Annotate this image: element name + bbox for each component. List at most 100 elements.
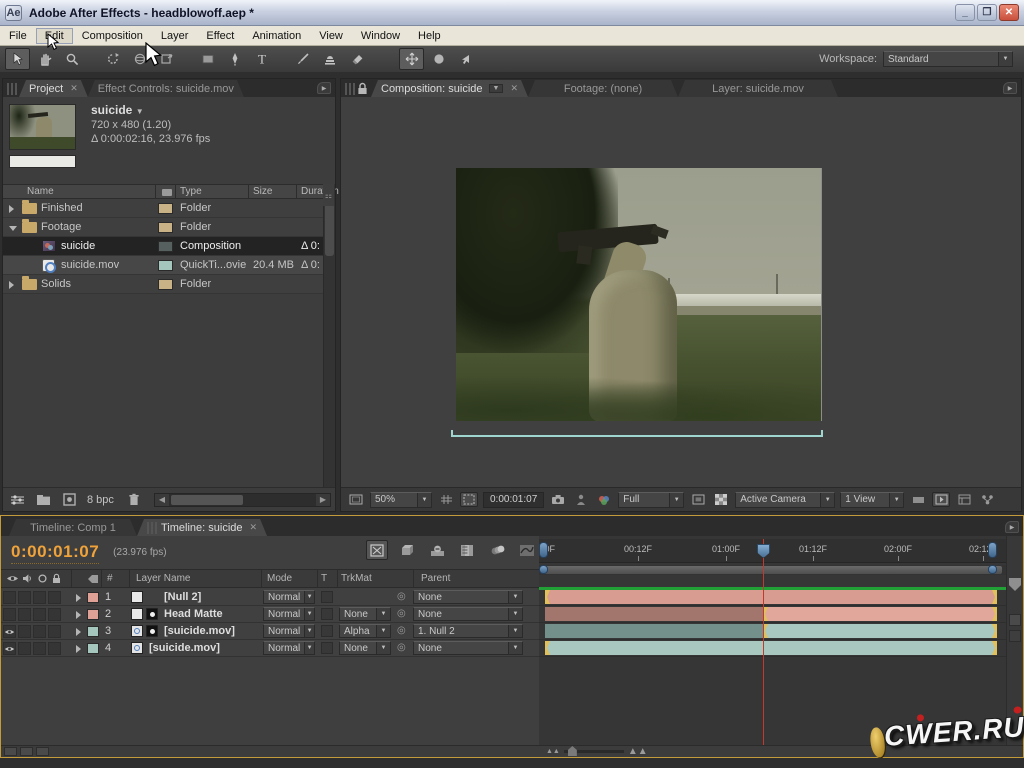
label-swatch[interactable] bbox=[87, 643, 99, 654]
eraser-tool-icon[interactable] bbox=[344, 48, 369, 70]
project-item-name[interactable]: suicide ▼ bbox=[91, 103, 144, 117]
trkmat-dropdown[interactable]: None▼ bbox=[339, 607, 391, 621]
resolution-dropdown[interactable]: Full▼ bbox=[618, 492, 684, 508]
menu-effect[interactable]: Effect bbox=[197, 28, 243, 44]
frame-blending-icon[interactable] bbox=[456, 540, 478, 560]
project-row-suicide-mov[interactable]: suicide.mov QuickTi...ovie 20.4 MB Δ 0: bbox=[3, 256, 323, 275]
minimize-button[interactable]: _ bbox=[955, 4, 975, 21]
menu-animation[interactable]: Animation bbox=[243, 28, 310, 44]
composition-view-area[interactable] bbox=[341, 97, 1021, 487]
time-navigator-end-handle[interactable] bbox=[988, 542, 997, 558]
draft-3d-icon[interactable] bbox=[396, 540, 418, 560]
parent-dropdown[interactable]: 1. Null 2▼ bbox=[413, 624, 523, 638]
layer-bar-dimmed[interactable] bbox=[545, 607, 763, 621]
pen-tool-icon[interactable] bbox=[222, 48, 247, 70]
column-layer-name[interactable]: Layer Name bbox=[136, 573, 190, 584]
active-camera-dropdown[interactable]: Active Camera▼ bbox=[735, 492, 835, 508]
video-switch[interactable] bbox=[3, 608, 16, 621]
preserve-transparency-checkbox[interactable] bbox=[321, 625, 333, 637]
column-parent[interactable]: Parent bbox=[421, 573, 450, 584]
menu-window[interactable]: Window bbox=[352, 28, 409, 44]
close-icon[interactable]: ✕ bbox=[510, 83, 518, 94]
pixel-aspect-correction-icon[interactable] bbox=[909, 492, 927, 507]
layer-row-2[interactable]: 2 Head Matte Normal▼ None▼ ◎ None▼ bbox=[1, 606, 539, 623]
project-row-suicide-comp[interactable]: suicide Composition Δ 0: bbox=[3, 237, 323, 256]
twirl-right-icon[interactable] bbox=[76, 628, 81, 636]
column-mode[interactable]: Mode bbox=[267, 573, 292, 584]
eye-column-icon[interactable] bbox=[6, 574, 19, 583]
snapshot-icon[interactable] bbox=[549, 492, 567, 507]
video-switch[interactable] bbox=[3, 642, 16, 655]
parent-dropdown[interactable]: None▼ bbox=[413, 641, 523, 655]
column-name[interactable]: Name bbox=[27, 186, 54, 198]
lock-switch[interactable] bbox=[48, 642, 61, 655]
comp-flowchart-icon[interactable] bbox=[978, 492, 996, 507]
restore-button[interactable]: ❐ bbox=[977, 4, 997, 21]
parent-dropdown[interactable]: None▼ bbox=[413, 590, 523, 604]
project-horizontal-scrollbar[interactable]: ◀ ▶ bbox=[154, 493, 331, 507]
scrollbar-thumb[interactable] bbox=[171, 495, 243, 505]
label-column-icon[interactable] bbox=[87, 574, 99, 584]
project-row-solids[interactable]: Solids Folder bbox=[3, 275, 323, 294]
close-icon[interactable]: ✕ bbox=[70, 83, 78, 94]
magnification-dropdown[interactable]: 50%▼ bbox=[370, 492, 432, 508]
comp-mini-flowchart-icon[interactable] bbox=[366, 540, 388, 560]
time-ruler[interactable]: 0:00F 00:12F 01:00F 01:12F 02:00F 02:12F bbox=[539, 539, 1007, 563]
parent-pickwhip-icon[interactable]: ◎ bbox=[397, 608, 406, 619]
label-swatch[interactable] bbox=[87, 609, 99, 620]
current-time-indicator-line[interactable] bbox=[763, 539, 764, 745]
rectangle-tool-icon[interactable] bbox=[195, 48, 220, 70]
lock-switch[interactable] bbox=[48, 608, 61, 621]
interpret-footage-icon[interactable] bbox=[7, 492, 27, 508]
parent-dropdown[interactable]: None▼ bbox=[413, 607, 523, 621]
video-switch[interactable] bbox=[3, 625, 16, 638]
project-vertical-scrollbar[interactable] bbox=[323, 184, 335, 487]
video-switch[interactable] bbox=[3, 591, 16, 604]
lock-icon[interactable] bbox=[357, 82, 368, 95]
layer-row-1[interactable]: 1 [Null 2] Normal▼ ◎ None▼ bbox=[1, 589, 539, 606]
close-icon[interactable]: ✕ bbox=[250, 522, 258, 533]
motion-blur-icon[interactable] bbox=[486, 540, 508, 560]
audio-switch[interactable] bbox=[18, 608, 31, 621]
hand-tool-icon[interactable] bbox=[32, 48, 57, 70]
new-folder-icon[interactable] bbox=[33, 492, 53, 508]
chevron-down-icon[interactable]: ▼ bbox=[489, 84, 504, 93]
parent-pickwhip-icon[interactable]: ◎ bbox=[397, 591, 406, 602]
parent-pickwhip-icon[interactable]: ◎ bbox=[397, 642, 406, 653]
zoom-out-mountain-icon[interactable]: ▲▲ bbox=[546, 748, 560, 755]
audio-column-icon[interactable] bbox=[22, 573, 32, 584]
label-swatch[interactable] bbox=[158, 222, 173, 233]
blend-mode-dropdown[interactable]: Normal▼ bbox=[263, 590, 315, 604]
orbit-sphere-icon[interactable] bbox=[426, 48, 451, 70]
clone-stamp-tool-icon[interactable] bbox=[317, 48, 342, 70]
audio-switch[interactable] bbox=[18, 625, 31, 638]
selection-tool-icon[interactable] bbox=[5, 48, 30, 70]
trkmat-dropdown[interactable]: Alpha▼ bbox=[339, 624, 391, 638]
parent-pickwhip-icon[interactable]: ◎ bbox=[397, 625, 406, 636]
blend-mode-dropdown[interactable]: Normal▼ bbox=[263, 624, 315, 638]
brush-tool-icon[interactable] bbox=[290, 48, 315, 70]
blend-mode-dropdown[interactable]: Normal▼ bbox=[263, 607, 315, 621]
work-area-bar[interactable] bbox=[539, 565, 1007, 575]
blend-mode-dropdown[interactable]: Normal▼ bbox=[263, 641, 315, 655]
preserve-transparency-checkbox[interactable] bbox=[321, 608, 333, 620]
bit-depth-button[interactable]: 8 bpc bbox=[87, 494, 114, 506]
column-number[interactable]: # bbox=[107, 573, 113, 584]
lock-switch[interactable] bbox=[48, 591, 61, 604]
layer-bar-dimmed[interactable] bbox=[545, 624, 763, 638]
solo-switch[interactable] bbox=[33, 625, 46, 638]
scroll-right-icon[interactable]: ▶ bbox=[316, 494, 330, 506]
panel-menu-icon[interactable]: ▶ bbox=[1003, 82, 1017, 94]
layer-bar[interactable] bbox=[545, 590, 997, 604]
panel-menu-icon[interactable]: ▶ bbox=[1005, 521, 1019, 533]
timeline-graph-area[interactable]: 0:00F 00:12F 01:00F 01:12F 02:00F 02:12F bbox=[539, 536, 1007, 745]
label-swatch[interactable] bbox=[158, 241, 173, 252]
scroll-left-icon[interactable]: ◀ bbox=[155, 494, 169, 506]
work-area-start-handle[interactable] bbox=[539, 565, 548, 574]
project-flowchart-icon[interactable]: ⚏ bbox=[323, 184, 334, 206]
audio-switch[interactable] bbox=[18, 642, 31, 655]
zoom-tool-icon[interactable] bbox=[59, 48, 84, 70]
layer-row-4[interactable]: 4 [suicide.mov] Normal▼ None▼ ◎ None▼ bbox=[1, 640, 539, 657]
audio-switch[interactable] bbox=[18, 591, 31, 604]
scroll-up-icon[interactable] bbox=[1009, 630, 1021, 642]
